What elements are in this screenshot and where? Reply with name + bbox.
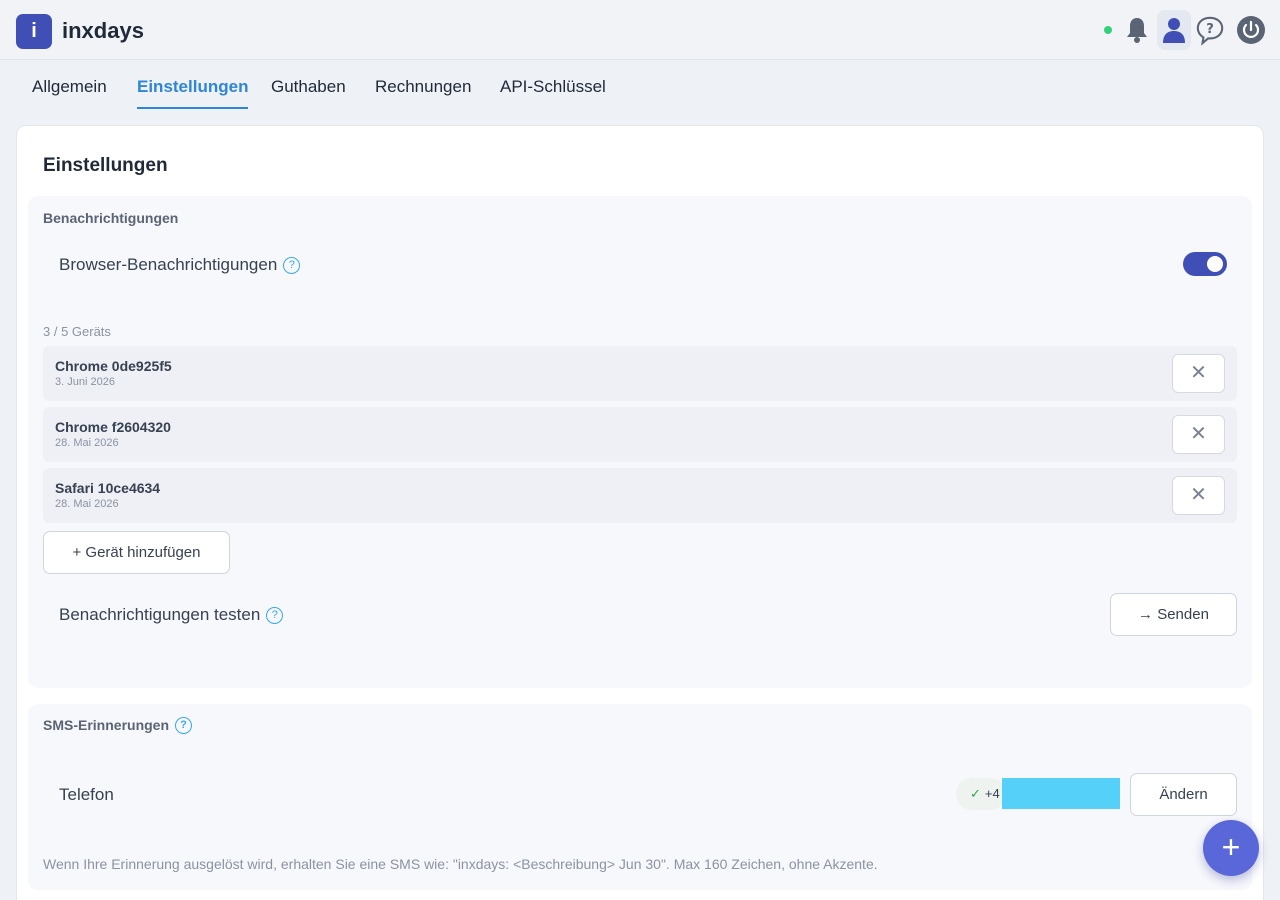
help-circle-icon[interactable]: ? [266,607,284,624]
page-title: Einstellungen [43,155,168,176]
phone-number-chip: ✓ +4 [956,778,1006,810]
add-fab-button[interactable]: + [1203,820,1259,876]
tab-rechnungen[interactable]: Rechnungen [375,77,471,109]
tab-einstellungen[interactable]: Einstellungen [137,77,249,109]
check-icon: ✓ [970,786,981,801]
device-date: 28. Mai 2026 [55,498,119,510]
device-item: Safari 10ce4634 28. Mai 2026 ✕ [43,468,1237,523]
bell-icon[interactable] [1122,14,1152,46]
remove-device-button[interactable]: ✕ [1172,354,1225,393]
remove-device-button[interactable]: ✕ [1172,415,1225,454]
notifications-section-label: Benachrichtigungen [43,210,179,226]
send-test-button[interactable]: → Senden [1110,593,1237,636]
sms-section-label: SMS-Erinnerungen [43,717,170,733]
test-notifications-label: Benachrichtigungen testen [59,605,261,624]
device-name: Chrome 0de925f5 [55,358,172,374]
remove-device-button[interactable]: ✕ [1172,476,1225,515]
device-count: 3 / 5 Geräts [43,324,111,339]
user-icon[interactable] [1157,10,1191,50]
svg-text:?: ? [1206,22,1214,37]
device-name: Chrome f2604320 [55,419,171,435]
app-logo[interactable]: i [16,14,52,49]
redacted-phone-number [1002,778,1120,809]
sms-info-note: Wenn Ihre Erinnerung ausgelöst wird, erh… [43,856,878,872]
sms-section-header: SMS-Erinnerungen? [43,717,193,734]
browser-notifications-toggle[interactable] [1183,252,1227,276]
toggle-knob [1207,256,1223,272]
device-date: 28. Mai 2026 [55,437,119,449]
app-name: inxdays [62,18,144,43]
phone-prefix: +4 [984,786,1000,801]
add-device-button[interactable]: + Gerät hinzufügen [43,531,230,574]
device-item: Chrome 0de925f5 3. Juni 2026 ✕ [43,346,1237,401]
tab-guthaben[interactable]: Guthaben [271,77,346,109]
help-circle-icon[interactable]: ? [175,717,193,734]
change-phone-button[interactable]: Ändern [1130,773,1237,816]
top-bar: i inxdays ? [0,0,1280,60]
online-status-dot [1104,26,1112,34]
browser-notifications-label: Browser-Benachrichtigungen [59,255,278,274]
test-notifications-row: Benachrichtigungen testen? [59,605,284,625]
device-date: 3. Juni 2026 [55,376,115,388]
power-icon[interactable] [1236,14,1266,46]
help-icon[interactable]: ? [1195,14,1225,46]
tab-allgemein[interactable]: Allgemein [32,77,107,109]
browser-notifications-row: Browser-Benachrichtigungen? [59,255,301,275]
device-name: Safari 10ce4634 [55,480,161,496]
device-item: Chrome f2604320 28. Mai 2026 ✕ [43,407,1237,462]
phone-label: Telefon [59,785,114,804]
help-circle-icon[interactable]: ? [283,257,301,274]
tab-api-schluessel[interactable]: API-Schlüssel [500,77,606,109]
